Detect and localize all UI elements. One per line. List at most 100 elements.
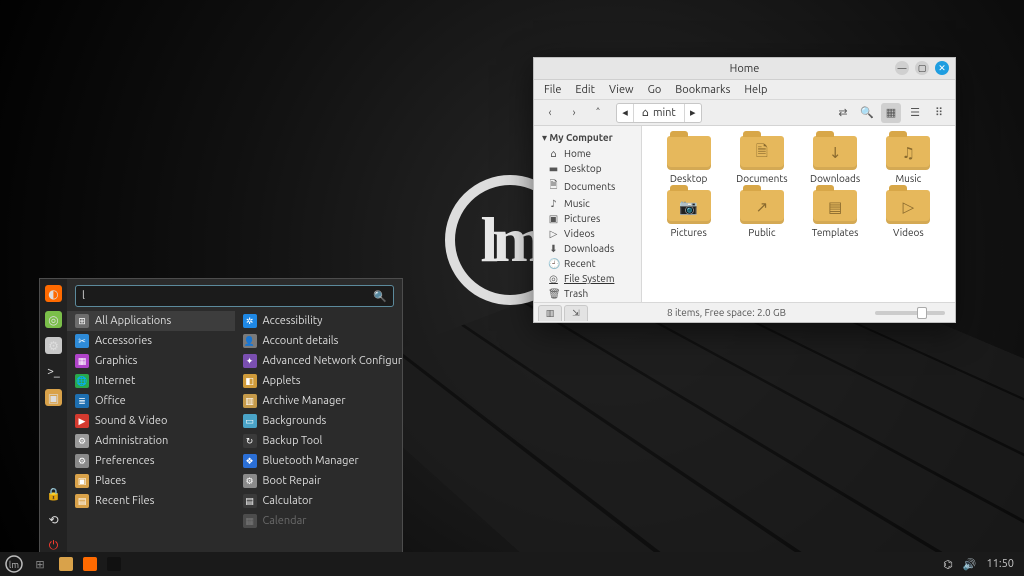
nav-back-button[interactable]: ‹ — [540, 103, 560, 123]
settings-icon[interactable]: ⚙ — [45, 337, 62, 354]
files-icon[interactable]: ▣ — [45, 389, 62, 406]
firefox-icon[interactable]: ◐ — [45, 285, 62, 302]
app-applets[interactable]: ◧Applets — [235, 371, 403, 391]
category-office[interactable]: ≣Office — [67, 391, 235, 411]
folder-music[interactable]: ♫Music — [874, 136, 943, 184]
sidebar-item-icon: ⌂ — [548, 148, 559, 160]
close-button[interactable]: ✕ — [935, 61, 949, 75]
toggle-pathbar-button[interactable]: ⇄ — [833, 103, 853, 123]
nav-forward-button[interactable]: › — [564, 103, 584, 123]
sidebar-item-trash[interactable]: 🗑Trash — [534, 286, 641, 301]
maximize-button[interactable]: ▢ — [915, 61, 929, 75]
icon-view-button[interactable]: ▦ — [881, 103, 901, 123]
lock-icon[interactable]: 🔒 — [45, 485, 62, 502]
search-button[interactable]: 🔍 — [857, 103, 877, 123]
crumb-home[interactable]: ⌂mint — [634, 104, 685, 122]
app-accessibility[interactable]: ✲Accessibility — [235, 311, 403, 331]
category-administration[interactable]: ⚙Administration — [67, 431, 235, 451]
sidebar-item-label: File System — [564, 273, 614, 284]
folder-label: Videos — [893, 227, 924, 238]
folder-label: Public — [748, 227, 775, 238]
sidebar-item-desktop[interactable]: ▬Desktop — [534, 161, 641, 176]
folder-desktop[interactable]: Desktop — [654, 136, 723, 184]
app-label: Backup Tool — [263, 435, 323, 447]
files-task[interactable] — [56, 554, 76, 574]
file-manager-content[interactable]: Desktop🗎Documents↓Downloads♫Music 📷Pictur… — [642, 126, 955, 302]
category-recent-files[interactable]: ▤Recent Files — [67, 491, 235, 511]
menu-help[interactable]: Help — [744, 84, 767, 96]
terminal-task[interactable] — [104, 554, 124, 574]
sidebar-tab-tree[interactable]: ⇲ — [564, 305, 588, 321]
folder-videos[interactable]: ▷Videos — [874, 190, 943, 238]
app-icon: ▤ — [243, 494, 257, 508]
folder-templates[interactable]: ▤Templates — [801, 190, 870, 238]
menu-edit[interactable]: Edit — [575, 84, 595, 96]
list-view-button[interactable]: ☰ — [905, 103, 925, 123]
category-accessories[interactable]: ✂Accessories — [67, 331, 235, 351]
sidebar-tab-places[interactable]: ▥ — [538, 305, 562, 321]
app-bluetooth-manager[interactable]: ❖Bluetooth Manager — [235, 451, 403, 471]
sidebar-item-icon: ▷ — [548, 228, 559, 240]
zoom-slider[interactable] — [875, 311, 945, 315]
minimize-button[interactable]: — — [895, 61, 909, 75]
sidebar-item-file-system[interactable]: ◎File System — [534, 271, 641, 286]
app-account-details[interactable]: 👤Account details — [235, 331, 403, 351]
folder-downloads[interactable]: ↓Downloads — [801, 136, 870, 184]
app-label: Accessibility — [263, 315, 323, 327]
menu-favorites-rail: ◐◎⚙>_▣🔒⟲⏻ — [40, 279, 67, 554]
nav-up-button[interactable]: ˄ — [588, 103, 608, 123]
crumb-prev[interactable]: ◂ — [617, 104, 634, 122]
software-icon[interactable]: ◎ — [45, 311, 62, 328]
category-all-applications[interactable]: ⊞All Applications — [67, 311, 235, 331]
firefox-task[interactable] — [80, 554, 100, 574]
sidebar-item-recent[interactable]: 🕘Recent — [534, 256, 641, 271]
folder-pictures[interactable]: 📷Pictures — [654, 190, 723, 238]
folder-icon: 🗎 — [740, 136, 784, 170]
app-backgrounds[interactable]: ▭Backgrounds — [235, 411, 403, 431]
app-calculator[interactable]: ▤Calculator — [235, 491, 403, 511]
menu-go[interactable]: Go — [648, 84, 662, 96]
zoom-knob[interactable] — [917, 307, 927, 319]
app-backup-tool[interactable]: ↻Backup Tool — [235, 431, 403, 451]
sidebar-item-documents[interactable]: 🗎Documents — [534, 176, 641, 196]
clock[interactable]: 11:50 — [986, 558, 1014, 570]
network-icon[interactable]: ⌬ — [943, 558, 953, 571]
folder-public[interactable]: ↗Public — [727, 190, 796, 238]
category-internet[interactable]: 🌐Internet — [67, 371, 235, 391]
app-calendar[interactable]: ▦Calendar — [235, 511, 403, 531]
window-titlebar[interactable]: Home — ▢ ✕ — [534, 58, 955, 80]
app-icon: ◧ — [243, 374, 257, 388]
sidebar-item-music[interactable]: ♪Music — [534, 196, 641, 211]
category-places[interactable]: ▣Places — [67, 471, 235, 491]
logout-icon[interactable]: ⟲ — [45, 511, 62, 528]
terminal-icon[interactable]: >_ — [45, 363, 62, 380]
menu-bookmarks[interactable]: Bookmarks — [675, 84, 730, 96]
sidebar-item-home[interactable]: ⌂Home — [534, 146, 641, 161]
menu-search[interactable]: 🔍 — [75, 285, 394, 307]
show-desktop-button[interactable]: ⊞ — [30, 554, 50, 574]
menu-file[interactable]: File — [544, 84, 561, 96]
sidebar-item-pictures[interactable]: ▣Pictures — [534, 211, 641, 226]
sidebar-item-videos[interactable]: ▷Videos — [534, 226, 641, 241]
folder-documents[interactable]: 🗎Documents — [727, 136, 796, 184]
search-icon: 🔍 — [373, 290, 387, 303]
volume-icon[interactable]: 🔊 — [963, 558, 977, 571]
category-icon: ⊞ — [75, 314, 89, 328]
system-tray: ⌬ 🔊 11:50 — [943, 558, 1024, 571]
app-archive-manager[interactable]: ▥Archive Manager — [235, 391, 403, 411]
category-graphics[interactable]: ▦Graphics — [67, 351, 235, 371]
menu-view[interactable]: View — [609, 84, 634, 96]
app-advanced-network-configuration[interactable]: ✦Advanced Network Configuration — [235, 351, 403, 371]
app-boot-repair[interactable]: ⚙Boot Repair — [235, 471, 403, 491]
category-preferences[interactable]: ⚙Preferences — [67, 451, 235, 471]
menu-search-input[interactable] — [82, 290, 373, 302]
compact-view-button[interactable]: ⠿ — [929, 103, 949, 123]
folder-icon: ↓ — [813, 136, 857, 170]
category-sound-video[interactable]: ▶Sound & Video — [67, 411, 235, 431]
sidebar-item-downloads[interactable]: ⬇Downloads — [534, 241, 641, 256]
sidebar-item-label: Trash — [564, 288, 588, 299]
menu-categories: ⊞All Applications✂Accessories▦Graphics🌐I… — [67, 311, 235, 554]
start-button[interactable]: lm — [4, 554, 24, 574]
app-icon: ▥ — [243, 394, 257, 408]
crumb-next[interactable]: ▸ — [685, 104, 701, 122]
